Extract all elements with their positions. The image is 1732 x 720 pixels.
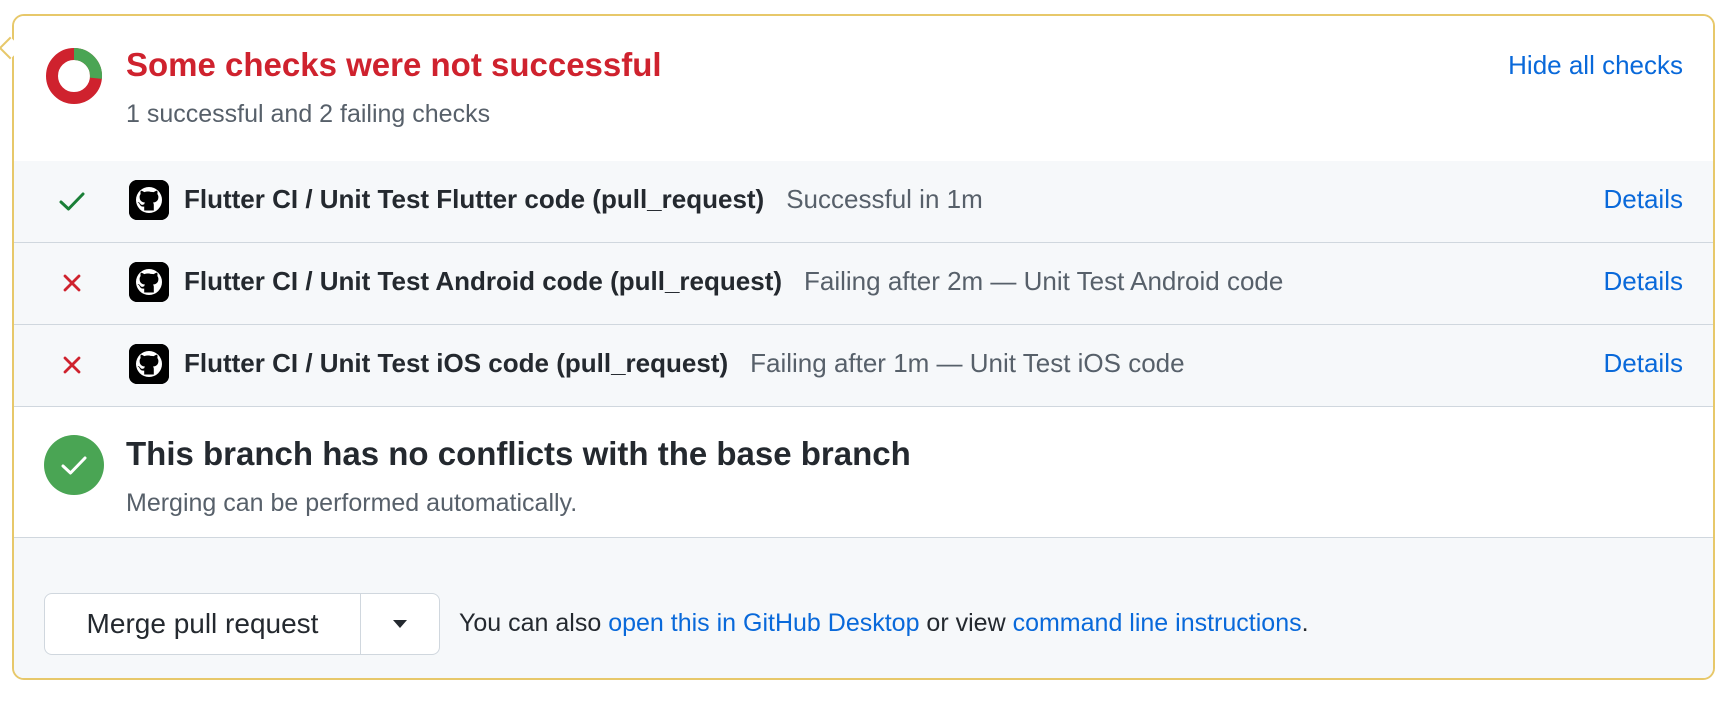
check-name: Flutter CI / Unit Test Android code (pul…	[184, 266, 1283, 297]
check-title: Flutter CI / Unit Test Flutter code (pul…	[184, 184, 765, 214]
details-link[interactable]: Details	[1604, 184, 1683, 215]
checks-summary-header: Some checks were not successful 1 succes…	[14, 16, 1713, 162]
alternate-merge-text: You can also open this in GitHub Desktop…	[459, 609, 1309, 638]
hide-all-checks-link[interactable]: Hide all checks	[1508, 50, 1683, 81]
x-icon	[63, 274, 81, 292]
checks-donut-icon	[46, 47, 102, 104]
check-row: Flutter CI / Unit Test Android code (pul…	[14, 243, 1713, 325]
footer-text-suffix: .	[1301, 609, 1309, 637]
open-in-github-desktop-link[interactable]: open this in GitHub Desktop	[608, 609, 919, 637]
checkmark-icon	[61, 456, 87, 475]
merge-status-title: This branch has no conflicts with the ba…	[126, 435, 911, 472]
github-logo-icon	[129, 180, 169, 220]
checks-summary-subtitle: 1 successful and 2 failing checks	[126, 100, 491, 128]
merge-status-subtitle: Merging can be performed automatically.	[126, 489, 578, 517]
github-logo-icon	[129, 262, 169, 302]
merge-pull-request-button[interactable]: Merge pull request	[45, 594, 361, 654]
merge-options-dropdown-button[interactable]	[361, 594, 439, 654]
check-icon	[59, 192, 85, 211]
check-row: Flutter CI / Unit Test iOS code (pull_re…	[14, 325, 1713, 407]
details-link[interactable]: Details	[1604, 266, 1683, 297]
check-title: Flutter CI / Unit Test Android code (pul…	[184, 266, 783, 296]
check-description: Failing after 2m — Unit Test Android cod…	[804, 266, 1284, 296]
merge-status-section: This branch has no conflicts with the ba…	[14, 407, 1713, 538]
check-name: Flutter CI / Unit Test iOS code (pull_re…	[184, 348, 1185, 379]
checks-list: Flutter CI / Unit Test Flutter code (pul…	[14, 161, 1713, 407]
details-link[interactable]: Details	[1604, 348, 1683, 379]
check-description: Failing after 1m — Unit Test iOS code	[750, 348, 1185, 378]
merge-ok-icon	[44, 435, 104, 495]
check-row: Flutter CI / Unit Test Flutter code (pul…	[14, 161, 1713, 243]
github-logo-icon	[129, 344, 169, 384]
footer-text-prefix: You can also	[459, 609, 609, 637]
check-title: Flutter CI / Unit Test iOS code (pull_re…	[184, 348, 729, 378]
merge-button-group: Merge pull request	[44, 593, 440, 655]
caret-down-icon	[393, 620, 407, 628]
merge-footer: Merge pull request You can also open thi…	[14, 538, 1713, 678]
check-description: Successful in 1m	[786, 184, 983, 214]
check-name: Flutter CI / Unit Test Flutter code (pul…	[184, 184, 983, 215]
checks-summary-title: Some checks were not successful	[126, 46, 662, 83]
x-icon	[63, 356, 81, 374]
merge-checks-panel: Some checks were not successful 1 succes…	[12, 14, 1715, 680]
command-line-instructions-link[interactable]: command line instructions	[1013, 609, 1302, 637]
footer-text-middle: or view	[919, 609, 1013, 637]
